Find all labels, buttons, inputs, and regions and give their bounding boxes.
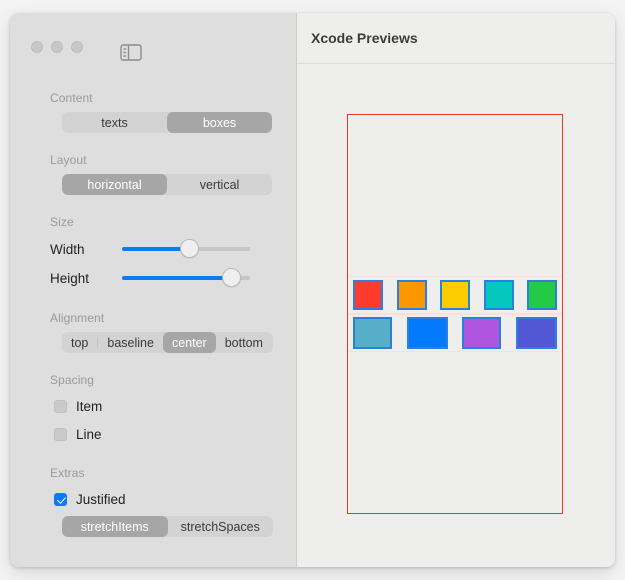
section-alignment: Alignment top baseline center bottom bbox=[10, 311, 297, 353]
height-slider-fill bbox=[122, 276, 232, 280]
item-spacing-label: Item bbox=[76, 398, 103, 414]
height-slider-row: Height bbox=[50, 265, 297, 291]
section-extras: Extras Justified stretchItems stretchSpa… bbox=[10, 466, 297, 537]
justified-checkbox[interactable] bbox=[54, 492, 67, 506]
item-spacing-checkbox[interactable] bbox=[54, 399, 67, 413]
segment-baseline[interactable]: baseline bbox=[98, 332, 163, 353]
preview-panel: Xcode Previews bbox=[297, 13, 615, 567]
section-spacing: Spacing Item Line bbox=[10, 373, 297, 446]
app-window: Content texts boxes Layout horizontal ve… bbox=[10, 13, 615, 567]
line-spacing-row[interactable]: Line bbox=[54, 422, 297, 446]
segment-stretch-items[interactable]: stretchItems bbox=[62, 516, 168, 537]
stretch-segmented-control[interactable]: stretchItems stretchSpaces bbox=[62, 516, 273, 537]
width-label: Width bbox=[50, 241, 85, 257]
section-label-size: Size bbox=[50, 215, 74, 229]
box-purple bbox=[462, 317, 502, 349]
section-size: Size Width Height bbox=[10, 215, 297, 291]
window-traffic-lights bbox=[31, 41, 83, 53]
segment-center[interactable]: center bbox=[162, 332, 216, 353]
preview-canvas[interactable] bbox=[347, 114, 563, 514]
segment-stretch-spaces[interactable]: stretchSpaces bbox=[168, 516, 274, 537]
section-layout: Layout horizontal vertical bbox=[10, 153, 297, 195]
section-label-alignment: Alignment bbox=[50, 311, 105, 325]
app-root: Content texts boxes Layout horizontal ve… bbox=[0, 0, 625, 580]
zoom-button[interactable] bbox=[71, 41, 83, 53]
segment-top[interactable]: top bbox=[62, 332, 97, 353]
width-slider-knob[interactable] bbox=[179, 239, 199, 258]
alignment-segmented-control[interactable]: top baseline center bottom bbox=[62, 332, 273, 353]
preview-rows bbox=[348, 276, 562, 352]
row-1 bbox=[348, 276, 562, 314]
height-slider[interactable] bbox=[122, 268, 250, 288]
content-segmented-control[interactable]: texts boxes bbox=[62, 112, 272, 133]
preview-header: Xcode Previews bbox=[297, 13, 615, 64]
width-slider[interactable] bbox=[122, 239, 250, 259]
section-content: Content texts boxes bbox=[10, 91, 297, 133]
row-2 bbox=[348, 314, 562, 352]
box-yellow bbox=[440, 280, 470, 310]
box-blue bbox=[406, 317, 448, 349]
controls-sidebar: Content texts boxes Layout horizontal ve… bbox=[10, 13, 297, 567]
height-label: Height bbox=[50, 270, 90, 286]
segment-bottom[interactable]: bottom bbox=[216, 332, 272, 353]
controls-list: Content texts boxes Layout horizontal ve… bbox=[10, 91, 297, 557]
segment-horizontal[interactable]: horizontal bbox=[62, 174, 167, 195]
box-red bbox=[353, 280, 383, 310]
box-orange bbox=[396, 280, 427, 310]
minimize-button[interactable] bbox=[51, 41, 63, 53]
box-teal bbox=[483, 280, 514, 310]
box-green bbox=[527, 280, 557, 310]
box-steel-blue bbox=[353, 317, 392, 349]
segment-vertical[interactable]: vertical bbox=[167, 174, 272, 195]
segment-texts[interactable]: texts bbox=[62, 112, 167, 133]
item-spacing-row[interactable]: Item bbox=[54, 394, 297, 418]
line-spacing-label: Line bbox=[76, 426, 102, 442]
section-label-spacing: Spacing bbox=[50, 373, 95, 387]
box-indigo bbox=[515, 317, 557, 349]
layout-segmented-control[interactable]: horizontal vertical bbox=[62, 174, 272, 195]
section-label-layout: Layout bbox=[50, 153, 87, 167]
justified-label: Justified bbox=[76, 491, 126, 507]
section-label-extras: Extras bbox=[50, 466, 85, 480]
line-spacing-checkbox[interactable] bbox=[54, 427, 67, 441]
preview-title: Xcode Previews bbox=[311, 30, 418, 46]
preview-body bbox=[297, 64, 615, 567]
height-slider-knob[interactable] bbox=[222, 268, 242, 287]
width-slider-row: Width bbox=[50, 236, 297, 262]
segment-boxes[interactable]: boxes bbox=[167, 112, 272, 133]
close-button[interactable] bbox=[31, 41, 43, 53]
justified-row[interactable]: Justified bbox=[54, 487, 297, 511]
sidebar-toggle-icon[interactable] bbox=[120, 44, 142, 61]
section-label-content: Content bbox=[50, 91, 93, 105]
